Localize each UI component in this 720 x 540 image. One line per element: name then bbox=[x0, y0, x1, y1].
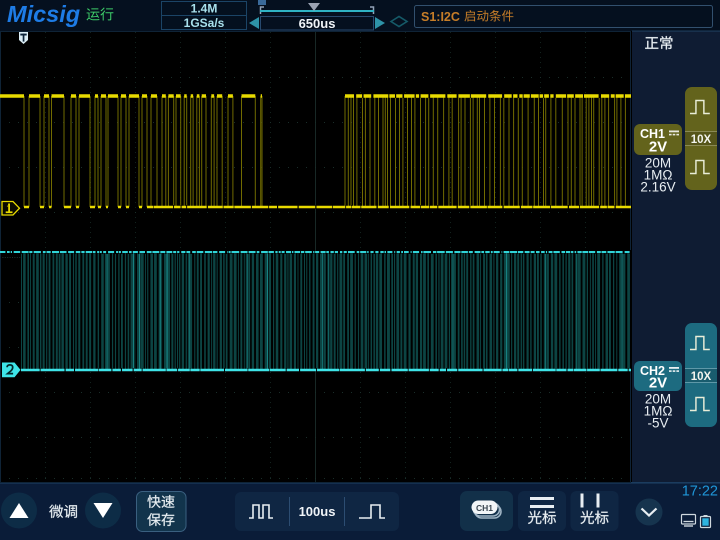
svg-text:2.16V: 2.16V bbox=[640, 180, 675, 195]
svg-text:CH1: CH1 bbox=[476, 503, 493, 513]
svg-text:-5V: -5V bbox=[647, 416, 668, 431]
svg-text:17:22: 17:22 bbox=[682, 484, 718, 500]
svg-text:2V: 2V bbox=[649, 375, 667, 392]
svg-text:2V: 2V bbox=[649, 139, 667, 156]
svg-text:S1:I2C: S1:I2C bbox=[421, 10, 460, 24]
svg-text:650us: 650us bbox=[299, 16, 336, 31]
svg-text:1.4M: 1.4M bbox=[191, 2, 218, 16]
svg-text:1GSa/s: 1GSa/s bbox=[184, 16, 225, 30]
svg-text:10X: 10X bbox=[691, 371, 712, 383]
svg-text:10X: 10X bbox=[691, 134, 712, 146]
svg-text:Micsig: Micsig bbox=[7, 1, 80, 27]
svg-text:100us: 100us bbox=[299, 504, 336, 519]
